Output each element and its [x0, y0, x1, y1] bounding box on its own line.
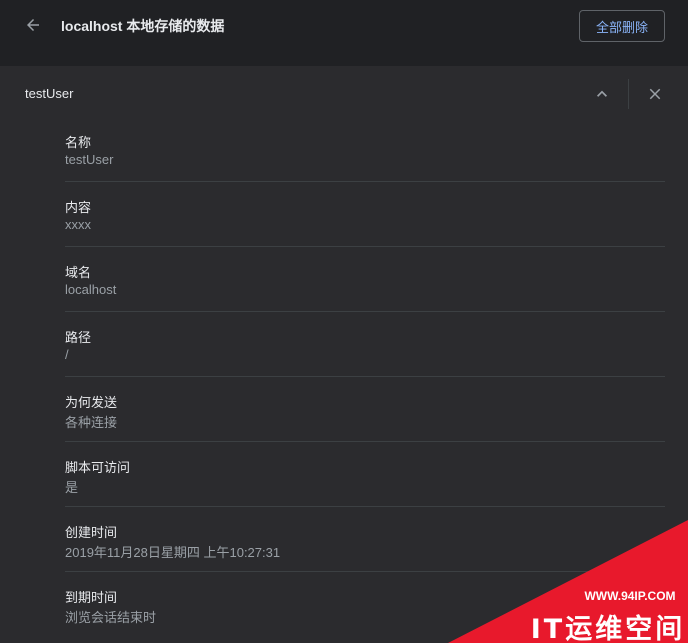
detail-label: 内容 [65, 200, 92, 215]
close-button[interactable] [642, 81, 668, 107]
chevron-up-icon [597, 90, 607, 97]
detail-value: 是 [65, 480, 79, 495]
detail-label: 创建时间 [65, 525, 118, 540]
detail-value: xxxx [65, 217, 91, 232]
detail-row-domain: 域名 localhost [65, 247, 665, 312]
cookie-card-header: testUser [0, 66, 688, 122]
cookie-card: testUser 名称 testUser 内容 xxxx 域名 localhos… [0, 66, 688, 643]
detail-label: 域名 [65, 265, 92, 280]
page-header: localhost 本地存储的数据 全部删除 [0, 0, 688, 52]
back-button[interactable] [20, 12, 46, 38]
detail-row-path: 路径 / [65, 312, 665, 377]
detail-row-expires: 到期时间 浏览会话结束时 [65, 572, 665, 637]
detail-value: testUser [65, 152, 114, 167]
detail-label: 脚本可访问 [65, 460, 131, 475]
detail-row-script-access: 脚本可访问 是 [65, 442, 665, 507]
detail-value: 2019年11月28日星期四 上午10:27:31 [65, 545, 281, 560]
remove-all-button[interactable]: 全部删除 [579, 10, 665, 42]
detail-label: 名称 [65, 135, 92, 150]
detail-label: 为何发送 [65, 395, 118, 410]
cookie-title: testUser [25, 86, 74, 101]
detail-row-name: 名称 testUser [65, 117, 665, 182]
page-title: localhost 本地存储的数据 [61, 18, 225, 34]
header-separator [628, 79, 629, 109]
detail-value: / [65, 347, 69, 362]
close-icon [649, 88, 661, 100]
detail-row-created: 创建时间 2019年11月28日星期四 上午10:27:31 [65, 507, 665, 572]
detail-value: 浏览会话结束时 [65, 610, 157, 625]
detail-row-send-for: 为何发送 各种连接 [65, 377, 665, 442]
cookie-details: 名称 testUser 内容 xxxx 域名 localhost 路径 / 为何… [65, 117, 665, 637]
arrow-back-icon [27, 19, 39, 31]
detail-row-content: 内容 xxxx [65, 182, 665, 247]
detail-label: 路径 [65, 330, 92, 345]
collapse-button[interactable] [589, 81, 615, 107]
detail-value: 各种连接 [65, 415, 118, 430]
detail-label: 到期时间 [65, 590, 118, 605]
detail-value: localhost [65, 282, 117, 297]
